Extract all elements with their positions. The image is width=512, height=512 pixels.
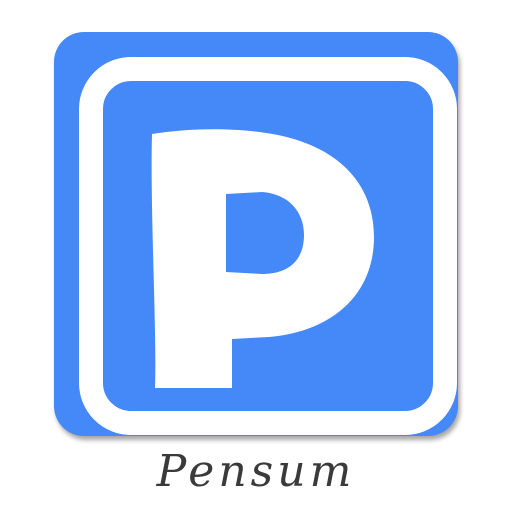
parking-p-icon [151, 129, 374, 388]
app-icon-card: Pensum [0, 0, 512, 512]
app-icon-tile[interactable] [54, 32, 458, 436]
app-name-label: Pensum [156, 446, 356, 497]
